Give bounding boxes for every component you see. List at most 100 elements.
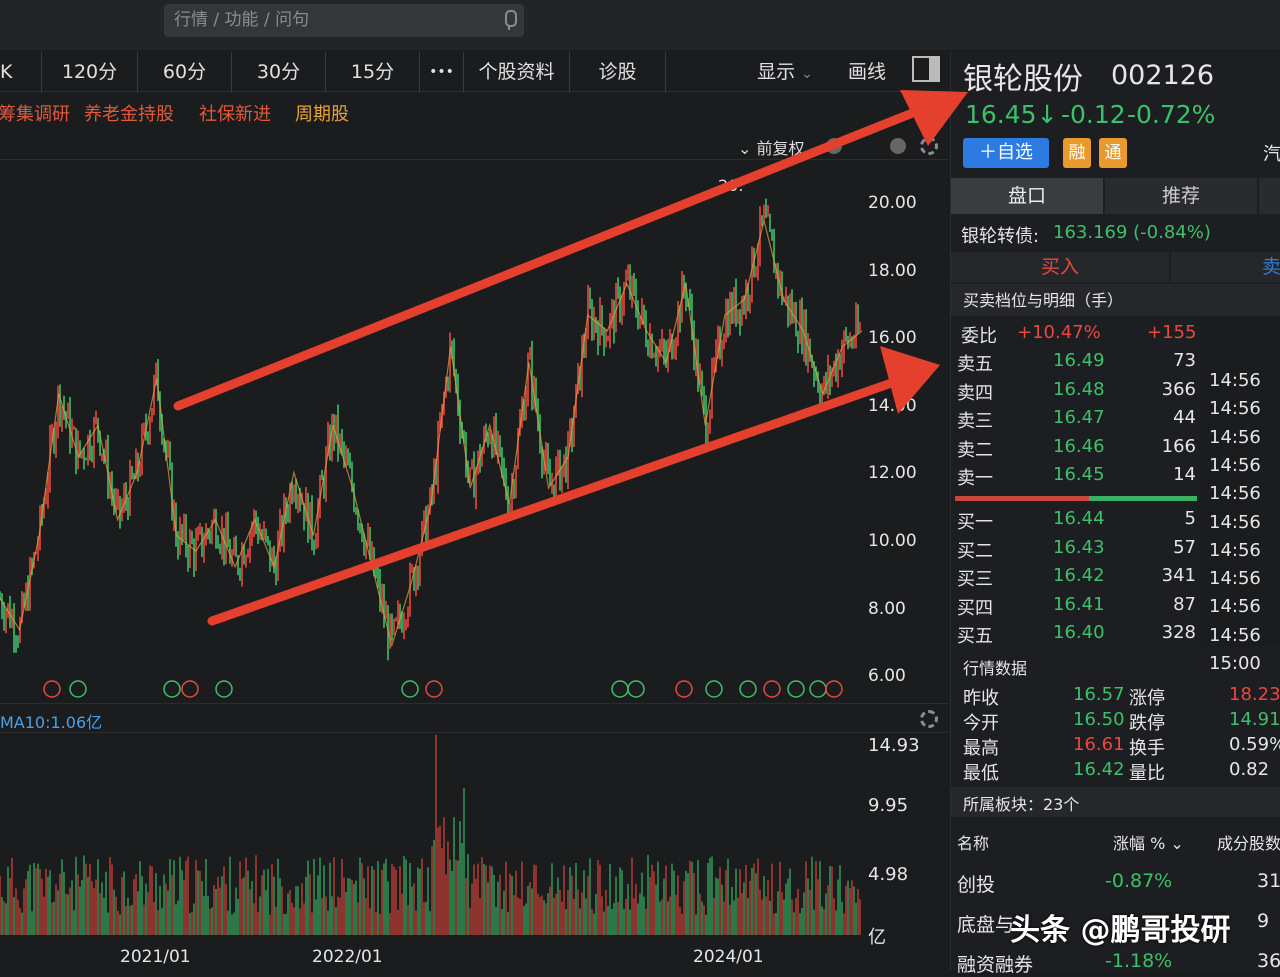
- event-marker-icon[interactable]: [739, 680, 757, 698]
- bond-value: 163.169 (-0.84%): [1053, 222, 1211, 243]
- stock-code: 002126: [1111, 60, 1215, 91]
- price-chart-svg: [0, 198, 863, 698]
- volume-ma-label: MA10:1.06亿: [0, 713, 103, 732]
- trade-time: 14:56: [1209, 511, 1261, 533]
- margin-badge[interactable]: 融: [1063, 138, 1091, 168]
- event-marker-icon[interactable]: [43, 680, 61, 698]
- buy-level-volume: 341: [1161, 565, 1196, 586]
- tab-more[interactable]: [1259, 178, 1280, 214]
- event-marker-icon[interactable]: [675, 680, 693, 698]
- vol-axis-label: 9.95: [868, 795, 909, 816]
- event-marker-icon[interactable]: [69, 680, 87, 698]
- diagnose-button[interactable]: 诊股: [570, 52, 666, 92]
- sector-count: 9: [1257, 910, 1270, 932]
- tag-social-security[interactable]: 社保新进: [199, 100, 271, 126]
- sector-name[interactable]: 融资融券: [957, 950, 1033, 977]
- x-axis-label: 2021/01: [120, 947, 191, 967]
- quote-panel: 银轮股份 002126 16.45↓ -0.12 -0.72% ＋自选 融 通 …: [950, 52, 1280, 976]
- concept-tags: 筹集调研 养老金持股 社保新进 周期股: [0, 92, 948, 132]
- volume-chart-svg: [0, 735, 861, 935]
- sector-count: 36: [1257, 950, 1280, 972]
- price-axis-label: 10.00: [868, 531, 917, 551]
- price-change-pct: -0.72%: [1127, 100, 1216, 129]
- event-marker-icon[interactable]: [163, 680, 181, 698]
- volume-header: MA10:1.06亿: [0, 703, 948, 733]
- gear-icon[interactable]: [920, 710, 938, 728]
- tab-pankou[interactable]: 盘口: [951, 178, 1103, 214]
- sell-level-label: 卖四: [957, 382, 993, 404]
- event-marker-icon[interactable]: [215, 680, 233, 698]
- buy-level-price: 16.44: [1053, 508, 1105, 529]
- event-marker-icon[interactable]: [825, 680, 843, 698]
- price-axis-label: 18.00: [868, 260, 917, 281]
- sell-level-volume: 73: [1173, 350, 1196, 371]
- display-dropdown[interactable]: 显示 ⌄: [740, 52, 830, 92]
- search-input[interactable]: 行情 / 功能 / 问句: [164, 4, 524, 37]
- event-marker-icon[interactable]: [809, 680, 827, 698]
- gear-icon[interactable]: [920, 137, 938, 155]
- period-k-button[interactable]: K: [0, 52, 42, 92]
- panel-toggle-icon[interactable]: [912, 56, 940, 82]
- sector-title: 所属板块：23个: [963, 795, 1080, 814]
- event-marker-icon[interactable]: [763, 680, 781, 698]
- quote-label: 最低: [963, 763, 999, 784]
- sector-pct: -0.87%: [1105, 870, 1173, 892]
- sell-level-label: 卖一: [957, 468, 993, 489]
- period-60min-button[interactable]: 60分: [138, 52, 232, 92]
- sector-name[interactable]: 创投: [957, 870, 995, 897]
- event-marker-icon[interactable]: [401, 680, 419, 698]
- event-marker-icon[interactable]: [787, 680, 805, 698]
- microphone-icon[interactable]: [502, 10, 517, 30]
- quote-value: 16.42: [1073, 759, 1125, 780]
- sector-pct: -1.18%: [1105, 950, 1173, 972]
- draw-line-button[interactable]: 画线: [838, 52, 896, 92]
- sell-level-price: 16.45: [1053, 464, 1105, 485]
- sell-button[interactable]: 卖: [1171, 252, 1280, 282]
- adjust-dropdown[interactable]: ⌄ 前复权: [738, 135, 805, 159]
- trade-time: 14:56: [1209, 483, 1261, 505]
- tab-recommend[interactable]: 推荐: [1105, 178, 1257, 214]
- zoom-out-icon[interactable]: [826, 138, 842, 154]
- stock-profile-button[interactable]: 个股资料: [464, 52, 570, 92]
- connect-badge[interactable]: 通: [1099, 138, 1127, 168]
- watermark: 头条 @鹏哥投研: [1010, 913, 1231, 948]
- zoom-in-icon[interactable]: [890, 138, 906, 154]
- vol-axis-label: 14.93: [868, 735, 920, 756]
- trade-time: 14:56: [1209, 568, 1261, 590]
- col-count: 成分股数: [1217, 834, 1280, 853]
- bond-label: 银轮转债:: [961, 226, 1040, 247]
- vol-axis-label: 亿: [868, 927, 886, 948]
- trade-time: 14:56: [1209, 624, 1261, 646]
- event-marker-icon[interactable]: [627, 680, 645, 698]
- volume-chart[interactable]: 14.93 9.95 4.98 亿 2021/01 2022/01 2024/0…: [0, 735, 948, 970]
- quote-label: 涨停: [1129, 688, 1165, 709]
- sell-level-label: 卖三: [957, 411, 993, 432]
- event-marker-icon[interactable]: [705, 680, 723, 698]
- sell-level-volume: 366: [1161, 378, 1196, 400]
- more-menu-button[interactable]: •••: [420, 52, 464, 92]
- tag-cyclical[interactable]: 周期股: [295, 100, 349, 126]
- tag-research[interactable]: 筹集调研: [0, 100, 70, 126]
- event-marker-icon[interactable]: [425, 680, 443, 698]
- period-120min-button[interactable]: 120分: [42, 52, 138, 92]
- buy-button[interactable]: 买入: [951, 252, 1169, 282]
- add-watchlist-button[interactable]: ＋自选: [963, 138, 1049, 168]
- quote-label: 今开: [963, 713, 999, 734]
- industry-label[interactable]: 汽: [1263, 140, 1280, 166]
- tag-pension[interactable]: 养老金持股: [84, 100, 174, 126]
- event-marker-icon[interactable]: [181, 680, 199, 698]
- col-pct[interactable]: 涨幅 % ⌄: [1113, 830, 1184, 854]
- sell-level-volume: 44: [1173, 407, 1196, 428]
- buy-level-label: 买二: [957, 540, 993, 562]
- period-15min-button[interactable]: 15分: [326, 52, 420, 92]
- stock-name: 银轮股份: [963, 62, 1083, 97]
- event-marker-icon[interactable]: [611, 680, 629, 698]
- chart-options-bar: ⌄ 前复权: [0, 132, 948, 160]
- period-30min-button[interactable]: 30分: [232, 52, 326, 92]
- sector-name[interactable]: 底盘与: [957, 910, 1014, 937]
- quote-value: 18.23: [1229, 684, 1280, 705]
- kline-chart[interactable]: 20.00 18.00 16.00 14.00 12.00 10.00 8.00 6.00 2…: [0, 160, 948, 700]
- trade-time: 14:56: [1209, 454, 1261, 476]
- ma-line: [0, 220, 863, 648]
- gear-icon[interactable]: [920, 102, 938, 120]
